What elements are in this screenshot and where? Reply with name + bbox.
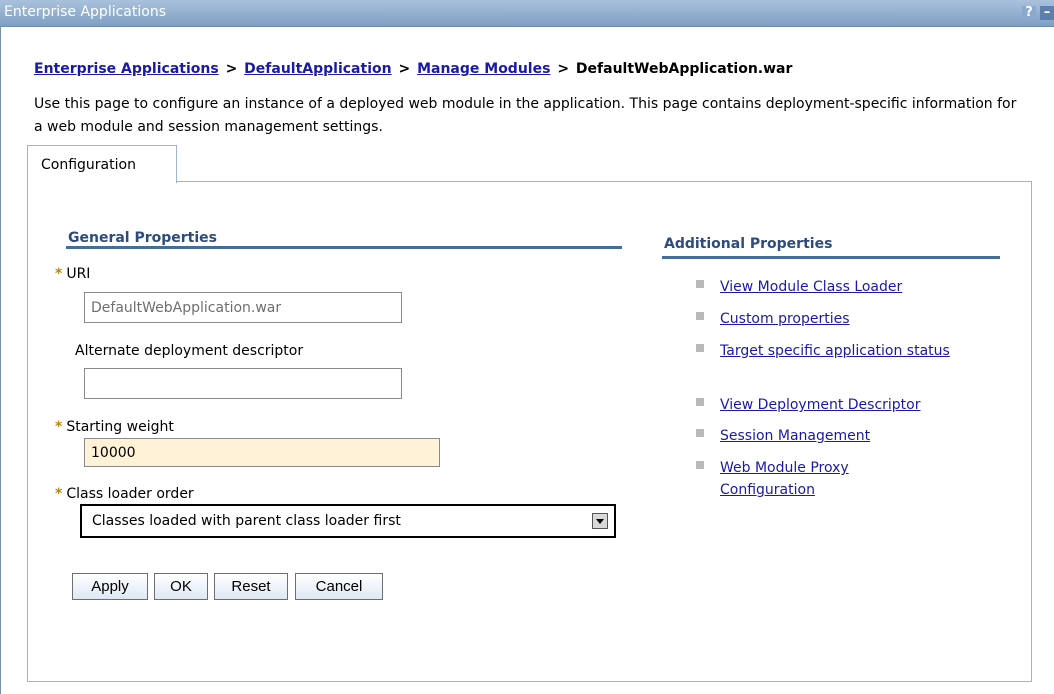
- link-target-specific-application-status[interactable]: Target specific application status: [720, 340, 970, 362]
- class-loader-value: Classes loaded with parent class loader …: [92, 513, 401, 529]
- page-description: Use this page to configure an instance o…: [34, 96, 1017, 135]
- tab-label: Configuration: [41, 157, 136, 173]
- required-marker: *: [55, 266, 63, 282]
- apply-button[interactable]: Apply: [72, 573, 148, 600]
- link-web-module-proxy-configuration[interactable]: Web Module Proxy Configuration: [720, 457, 920, 501]
- starting-weight-field[interactable]: [84, 438, 440, 467]
- class-loader-label: * Class loader order: [55, 486, 194, 502]
- window-title: Enterprise Applications: [4, 4, 166, 20]
- starting-weight-label: * Starting weight: [55, 419, 174, 435]
- ok-button[interactable]: OK: [154, 573, 208, 600]
- reset-button[interactable]: Reset: [214, 573, 288, 600]
- bullet-icon: [696, 461, 704, 469]
- uri-field[interactable]: [84, 292, 402, 323]
- alternate-dd-label: Alternate deployment descriptor: [75, 343, 304, 359]
- cancel-button[interactable]: Cancel: [295, 573, 383, 600]
- link-custom-properties[interactable]: Custom properties: [720, 308, 970, 330]
- breadcrumb-separator: >: [225, 61, 238, 77]
- required-marker: *: [55, 486, 63, 502]
- additional-properties-title: Additional Properties: [664, 236, 833, 252]
- breadcrumb: Enterprise Applications > DefaultApplica…: [34, 61, 792, 77]
- breadcrumb-enterprise-applications[interactable]: Enterprise Applications: [34, 61, 219, 77]
- general-properties-rule: [66, 246, 622, 249]
- breadcrumb-separator: >: [398, 61, 411, 77]
- chevron-down-icon[interactable]: [592, 513, 608, 529]
- breadcrumb-separator: >: [557, 61, 570, 77]
- link-view-module-class-loader[interactable]: View Module Class Loader: [720, 276, 970, 298]
- required-marker: *: [55, 419, 63, 435]
- breadcrumb-current: DefaultWebApplication.war: [575, 61, 793, 77]
- bullet-icon: [696, 344, 704, 352]
- breadcrumb-default-application[interactable]: DefaultApplication: [244, 61, 391, 77]
- minimize-button[interactable]: –: [1040, 6, 1054, 20]
- uri-label: * URI: [55, 266, 91, 282]
- general-properties-title: General Properties: [68, 230, 217, 246]
- frame-border: [0, 26, 1, 694]
- link-view-deployment-descriptor[interactable]: View Deployment Descriptor: [720, 394, 970, 416]
- bullet-icon: [696, 280, 704, 288]
- breadcrumb-manage-modules[interactable]: Manage Modules: [417, 61, 550, 77]
- window-titlebar: Enterprise Applications ? –: [0, 0, 1054, 27]
- bullet-icon: [696, 312, 704, 320]
- tab-configuration[interactable]: Configuration: [27, 145, 177, 183]
- additional-properties-rule: [662, 256, 1000, 259]
- alternate-dd-field[interactable]: [84, 368, 402, 399]
- bullet-icon: [696, 429, 704, 437]
- bullet-icon: [696, 398, 704, 406]
- link-session-management[interactable]: Session Management: [720, 425, 970, 447]
- help-button[interactable]: ?: [1022, 6, 1036, 20]
- class-loader-select[interactable]: Classes loaded with parent class loader …: [80, 504, 616, 538]
